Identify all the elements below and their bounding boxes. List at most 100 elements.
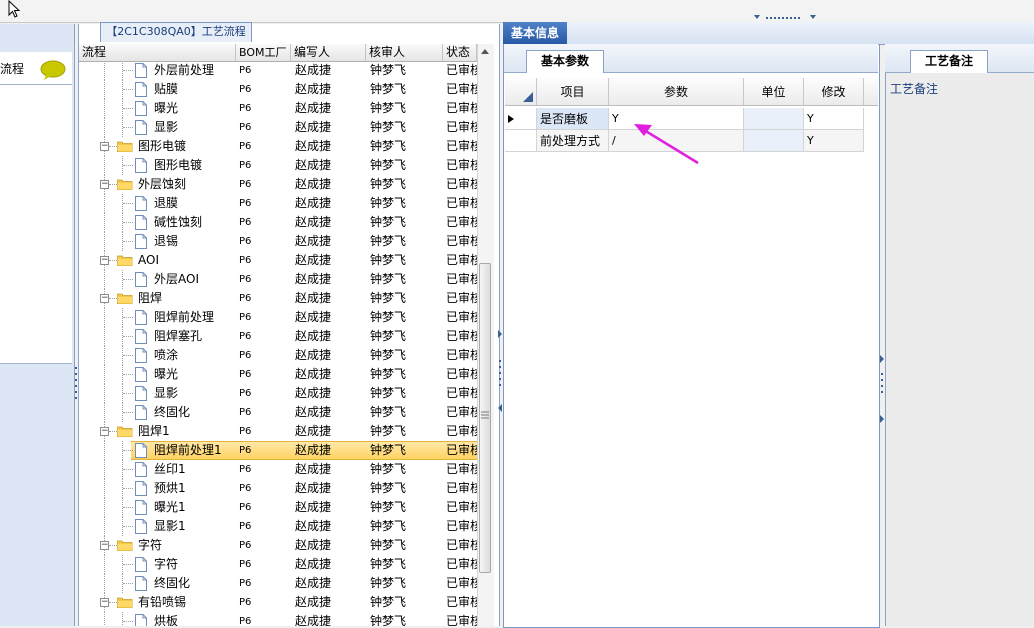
col-header-process[interactable]: 流程 [79,44,236,61]
col-header-status[interactable]: 状态 [443,44,477,61]
tree-node-label[interactable]: 终固化 [154,574,234,593]
tree-node-label[interactable]: 显影 [154,384,234,403]
cell-bom-factory: P6 [239,160,252,171]
cell-item[interactable]: 是否磨板 [537,108,609,130]
tree-node-label[interactable]: 曝光 [154,99,234,118]
scroll-up-icon[interactable] [479,46,491,58]
tree-node-label[interactable]: 字符 [154,555,234,574]
tree-node-label[interactable]: 丝印1 [154,460,234,479]
tree-node-label[interactable]: 外层AOI [154,270,234,289]
col-header-modify[interactable]: 修改 [804,78,864,106]
tree-node-label[interactable]: 终固化 [154,403,234,422]
tree-row[interactable]: 阻焊塞孔 P6 赵成捷 钟梦飞 已审核 [79,327,477,346]
tree-node-label[interactable]: 烘板 [154,612,234,626]
tree-node-label[interactable]: 退锡 [154,232,234,251]
tab-basic-params[interactable]: 基本参数 [526,50,604,73]
tree-row[interactable]: 喷涂 P6 赵成捷 钟梦飞 已审核 [79,346,477,365]
tree-row[interactable]: 外层前处理 P6 赵成捷 钟梦飞 已审核 [79,62,477,80]
tree-node-label[interactable]: 阻焊1 [138,422,233,441]
cell-modify[interactable]: Y [804,130,864,152]
tree-row[interactable]: 字符 P6 赵成捷 钟梦飞 已审核 [79,555,477,574]
tree-row[interactable]: 预烘1 P6 赵成捷 钟梦飞 已审核 [79,479,477,498]
tree-node-label[interactable]: 有铅喷锡 [138,593,233,612]
tree-row[interactable]: 阻焊前处理 P6 赵成捷 钟梦飞 已审核 [79,308,477,327]
tree-node-label[interactable]: 曝光 [154,365,234,384]
tree-connector-line [123,222,133,223]
tree-row[interactable]: − 阻焊 P6 赵成捷 钟梦飞 已审核 [79,289,477,308]
tree-node-label[interactable]: 外层蚀刻 [138,175,233,194]
tree-row[interactable]: 外层AOI P6 赵成捷 钟梦飞 已审核 [79,270,477,289]
tree-row[interactable]: 阻焊前处理1 P6 赵成捷 钟梦飞 已审核 [79,441,477,460]
col-header-unit[interactable]: 单位 [744,78,804,106]
tree-row[interactable]: 丝印1 P6 赵成捷 钟梦飞 已审核 [79,460,477,479]
col-header-item[interactable]: 项目 [537,78,609,106]
tree-node-label[interactable]: 阻焊前处理 [154,308,234,327]
tree-row[interactable]: 图形电镀 P6 赵成捷 钟梦飞 已审核 [79,156,477,175]
tree-row[interactable]: − 外层蚀刻 P6 赵成捷 钟梦飞 已审核 [79,175,477,194]
collapse-toggle-icon[interactable]: − [100,294,109,303]
tree-row[interactable]: 曝光 P6 赵成捷 钟梦飞 已审核 [79,99,477,118]
cell-modify[interactable]: Y [804,108,864,130]
process-tree-tab[interactable]: 【2C1C308QA0】工艺流程 [100,22,252,42]
tree-row[interactable]: 烘板 P6 赵成捷 钟梦飞 已审核 [79,612,477,626]
row-selector[interactable] [505,108,537,130]
tree-node-label[interactable]: 阻焊前处理1 [154,441,234,460]
tree-node-label[interactable]: 外层前处理 [154,62,234,80]
tree-node-label[interactable]: 字符 [138,536,233,555]
cell-status: 已审核 [446,82,477,96]
tree-row[interactable]: 退锡 P6 赵成捷 钟梦飞 已审核 [79,232,477,251]
tree-node-label[interactable]: 图形电镀 [154,156,234,175]
tree-row[interactable]: − 图形电镀 P6 赵成捷 钟梦飞 已审核 [79,137,477,156]
tab-process-memo[interactable]: 工艺备注 [910,50,988,73]
tree-node-label[interactable]: 预烘1 [154,479,234,498]
collapse-toggle-icon[interactable]: − [100,541,109,550]
tree-node-label[interactable]: 退膜 [154,194,234,213]
row-selector[interactable] [505,130,537,152]
tree-row[interactable]: 曝光1 P6 赵成捷 钟梦飞 已审核 [79,498,477,517]
tree-row[interactable]: 显影1 P6 赵成捷 钟梦飞 已审核 [79,517,477,536]
splitter-handle-icon[interactable] [754,14,816,22]
tree-connector-line [123,488,133,489]
col-header-param[interactable]: 参数 [609,78,744,106]
tree-node-label[interactable]: 图形电镀 [138,137,233,156]
tree-node-label[interactable]: 显影 [154,118,234,137]
col-header-bom[interactable]: BOM工厂 [236,44,291,61]
tree-row[interactable]: 终固化 P6 赵成捷 钟梦飞 已审核 [79,574,477,593]
tree-connector-line [104,194,105,213]
cell-item[interactable]: 前处理方式 [537,130,609,152]
tree-row[interactable]: 显影 P6 赵成捷 钟梦飞 已审核 [79,118,477,137]
cell-unit[interactable] [744,108,804,130]
tree-node-label[interactable]: 贴膜 [154,80,234,99]
tree-row[interactable]: − 字符 P6 赵成捷 钟梦飞 已审核 [79,536,477,555]
collapse-toggle-icon[interactable]: − [100,598,109,607]
collapse-toggle-icon[interactable]: − [100,427,109,436]
cell-writer: 赵成捷 [295,595,332,609]
tree-row[interactable]: 显影 P6 赵成捷 钟梦飞 已审核 [79,384,477,403]
collapse-toggle-icon[interactable]: − [100,180,109,189]
tree-node-label[interactable]: 阻焊 [138,289,233,308]
document-icon [135,519,147,534]
col-header-reviewer[interactable]: 核审人 [366,44,443,61]
tree-row[interactable]: 碱性蚀刻 P6 赵成捷 钟梦飞 已审核 [79,213,477,232]
tree-row[interactable]: 贴膜 P6 赵成捷 钟梦飞 已审核 [79,80,477,99]
comment-icon[interactable] [40,60,66,80]
tree-row[interactable]: 退膜 P6 赵成捷 钟梦飞 已审核 [79,194,477,213]
tree-row[interactable]: 终固化 P6 赵成捷 钟梦飞 已审核 [79,403,477,422]
collapse-toggle-icon[interactable]: − [100,142,109,151]
tree-row[interactable]: 曝光 P6 赵成捷 钟梦飞 已审核 [79,365,477,384]
tree-row[interactable]: − AOI P6 赵成捷 钟梦飞 已审核 [79,251,477,270]
col-header-writer[interactable]: 编写人 [291,44,366,61]
tree-node-label[interactable]: 显影1 [154,517,234,536]
tree-node-label[interactable]: 曝光1 [154,498,234,517]
tree-row[interactable]: − 阻焊1 P6 赵成捷 钟梦飞 已审核 [79,422,477,441]
params-grid-header: 项目 参数 单位 修改 [505,78,878,106]
tree-row[interactable]: − 有铅喷锡 P6 赵成捷 钟梦飞 已审核 [79,593,477,612]
cell-unit[interactable] [744,130,804,152]
tree-node-label[interactable]: 碱性蚀刻 [154,213,234,232]
collapse-toggle-icon[interactable]: − [100,256,109,265]
tree-node-label[interactable]: AOI [138,251,233,270]
tab-basic-info[interactable]: 基本信息 [503,22,567,44]
tree-node-label[interactable]: 阻焊塞孔 [154,327,234,346]
cell-status: 已审核 [446,196,477,210]
tree-node-label[interactable]: 喷涂 [154,346,234,365]
